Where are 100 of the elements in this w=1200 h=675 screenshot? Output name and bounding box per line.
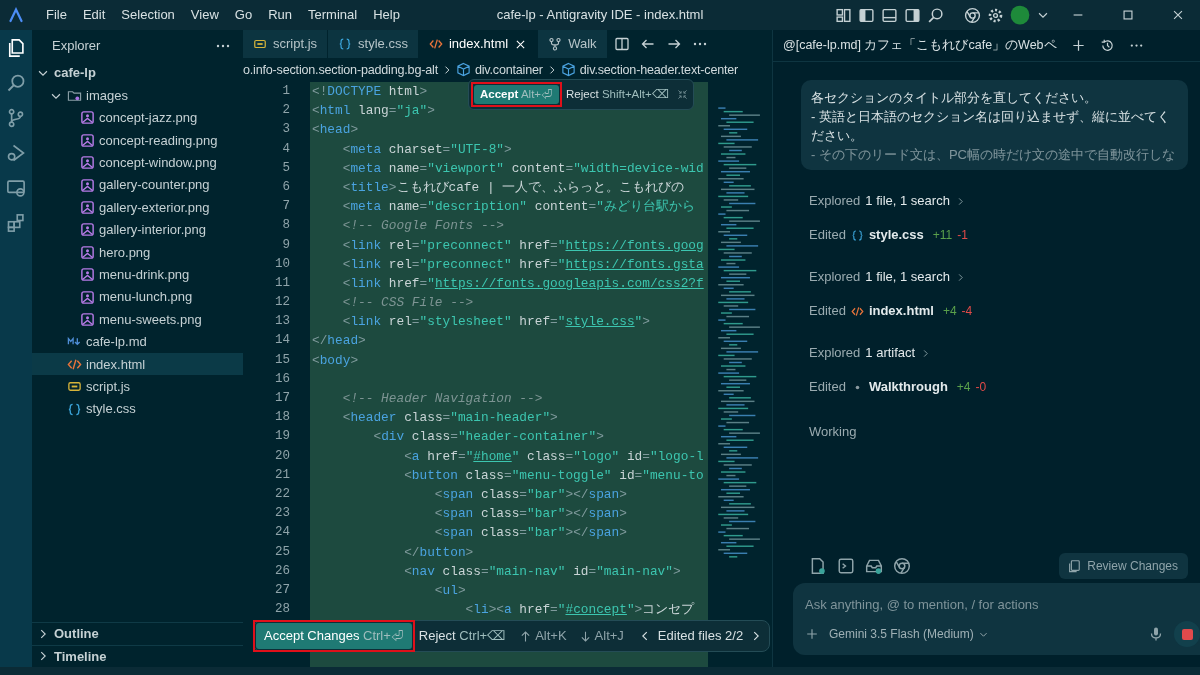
tree-item[interactable]: gallery-interior.png <box>32 218 243 242</box>
branch-icon[interactable] <box>6 108 26 128</box>
code-line: <nav class="main-nav" id="main-nav"> <box>403 562 681 581</box>
terminal-icon[interactable] <box>837 557 855 575</box>
reject-button[interactable]: Reject Shift+Alt+⌫ <box>566 86 669 104</box>
split-editor-icon[interactable] <box>613 36 630 52</box>
message-text: 各セクションのタイトル部分を直してください。 <box>811 89 1098 107</box>
step-detail[interactable]: 1 artifact <box>865 343 916 363</box>
element-icon <box>455 62 471 78</box>
accept-button[interactable]: Accept Alt+⏎ <box>474 85 560 105</box>
line-number: 1 <box>281 83 291 100</box>
tree-item[interactable]: index.html <box>32 353 243 376</box>
editor-tab[interactable]: style.css <box>328 30 419 58</box>
code-line: <button class="menu-toggle" id="menu-to <box>403 466 704 485</box>
line-number: 16 <box>274 370 291 388</box>
plus-icon[interactable] <box>1070 38 1086 53</box>
previous-change-button[interactable]: Alt+K <box>513 626 573 646</box>
reject-button[interactable]: Reject Ctrl+⌫ <box>418 626 514 646</box>
line-number: 6 <box>281 178 291 196</box>
breadcrumb-item[interactable]: div.section-header.text-center <box>560 60 739 80</box>
settings-icon[interactable] <box>987 6 1004 24</box>
tree-item[interactable]: hero.png <box>32 241 243 264</box>
extensions-icon[interactable] <box>6 213 26 233</box>
file-link[interactable]: Walkthrough <box>868 377 948 397</box>
tree-item[interactable]: script.js <box>32 375 243 398</box>
code-line: <header class="main-header"> <box>341 409 558 428</box>
code-line: <meta name="description" content="みどり台駅から <box>341 198 695 217</box>
line-number: 15 <box>274 351 291 369</box>
remote-monitor-icon[interactable] <box>6 178 26 198</box>
chat-input[interactable]: Ask anything, @ to mention, / for actions Gemini 3.5 Flash (Medium) <box>793 583 1200 655</box>
step-detail[interactable]: 1 file, 1 search <box>865 191 950 211</box>
tree-item[interactable]: concept-window.png <box>32 151 243 174</box>
code-line: <link href="https://fonts.googleapis.com/css2?f <box>341 274 704 293</box>
stop-button[interactable] <box>1174 621 1200 647</box>
line-number: 13 <box>274 313 291 331</box>
step-label: Explored <box>809 192 861 211</box>
tree-item[interactable]: menu-lunch.png <box>32 285 243 309</box>
sidebar-right-icon[interactable] <box>904 6 921 24</box>
image-file-icon <box>80 200 95 216</box>
history-icon[interactable] <box>1099 38 1115 53</box>
menu-item[interactable]: Terminal <box>300 5 366 25</box>
tree-item[interactable]: concept-reading.png <box>32 129 243 152</box>
browser-icon[interactable] <box>964 6 981 24</box>
editor-tab[interactable]: Walk <box>538 30 608 58</box>
browser-icon[interactable] <box>893 557 911 575</box>
tree-item[interactable]: concept-jazz.png <box>32 106 243 130</box>
line-number: 9 <box>281 236 291 254</box>
file-link[interactable]: style.css <box>868 225 924 245</box>
step-detail[interactable]: 1 file, 1 search <box>865 267 950 287</box>
search-icon[interactable] <box>6 73 26 93</box>
section-header[interactable]: Outline <box>32 622 243 645</box>
collapse-icon[interactable] <box>676 89 688 101</box>
inbox-icon[interactable] <box>865 557 883 575</box>
layout-icon[interactable] <box>835 6 852 24</box>
code-line: <html lang="ja"> <box>312 102 435 121</box>
code-line: </button> <box>403 543 474 562</box>
menu-item[interactable]: View <box>182 5 227 25</box>
menu-item[interactable]: Run <box>260 5 300 25</box>
tree-item[interactable]: menu-drink.png <box>32 263 243 286</box>
breadcrumb-item[interactable]: div.container <box>455 60 543 80</box>
avatar-icon[interactable] <box>1010 5 1030 25</box>
code-line: <head> <box>312 121 359 140</box>
panel-bottom-icon[interactable] <box>881 6 898 24</box>
search-icon[interactable] <box>927 6 944 24</box>
editor-tab[interactable]: script.js <box>243 30 329 58</box>
menu-item[interactable]: Selection <box>113 5 183 25</box>
removed-count: -4 <box>961 303 973 320</box>
code-line: <!-- Header Navigation --> <box>341 390 543 408</box>
image-file-icon <box>80 177 95 193</box>
next-change-button[interactable]: Alt+J <box>572 626 630 646</box>
tree-item[interactable]: gallery-counter.png <box>32 173 243 197</box>
tree-item[interactable]: style.css <box>32 397 243 421</box>
tree-item[interactable]: cafe-lp <box>32 62 243 85</box>
file-link[interactable]: index.html <box>868 301 934 321</box>
file-icon[interactable] <box>809 557 827 575</box>
maximize-icon[interactable] <box>1121 8 1135 22</box>
menu-item[interactable]: Go <box>226 5 261 25</box>
code-line: <title>こもれびcafe | 一人で、ふらっと。こもれびの <box>341 178 685 197</box>
close-icon[interactable] <box>1171 8 1185 22</box>
code-line: <!-- Google Fonts --> <box>341 217 504 236</box>
model-selector[interactable]: Gemini 3.5 Flash (Medium) <box>829 625 989 643</box>
line-number: 2 <box>281 102 291 120</box>
code-line: <div class="header-container"> <box>372 428 604 447</box>
menu-item[interactable]: Help <box>365 5 408 25</box>
microphone-icon[interactable] <box>1148 626 1164 642</box>
line-number: 12 <box>274 294 291 312</box>
files-icon[interactable] <box>6 38 26 58</box>
sidebar-left-icon[interactable] <box>858 6 875 24</box>
tree-item[interactable]: gallery-exterior.png <box>32 196 243 219</box>
menu-item[interactable]: Edit <box>74 5 114 25</box>
accept-changes-button[interactable]: Accept Changes Ctrl+⏎ <box>256 623 412 649</box>
tree-item[interactable]: menu-sweets.png <box>32 308 243 331</box>
review-changes-button[interactable]: Review Changes <box>1059 553 1188 579</box>
line-number: 17 <box>274 390 291 407</box>
step-label: Edited <box>809 302 846 321</box>
tree-item[interactable]: images <box>32 84 243 107</box>
breadcrumb-item[interactable]: o.info-section.section-padding.bg-alt <box>243 60 438 80</box>
run-debug-icon[interactable] <box>6 143 26 163</box>
menu-item[interactable]: File <box>38 5 75 25</box>
tree-item[interactable]: cafe-lp.md <box>32 330 243 354</box>
